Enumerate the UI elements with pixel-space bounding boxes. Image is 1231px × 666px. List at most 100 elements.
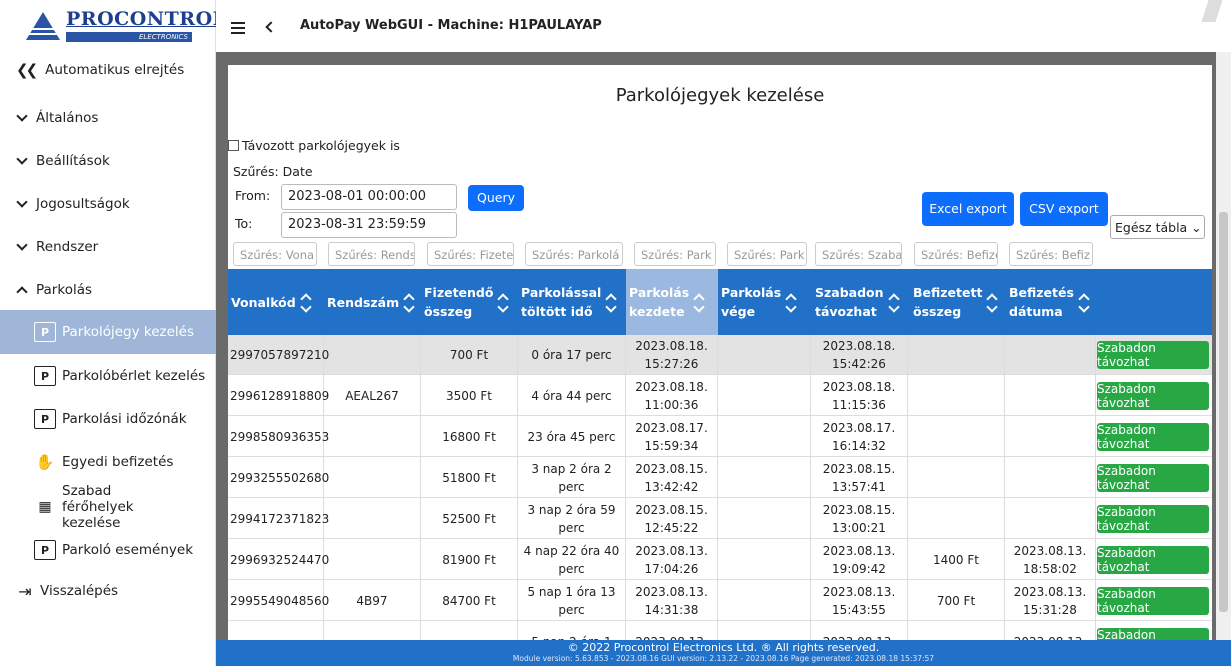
column-header-fizetendo[interactable]: Fizetendő összeg xyxy=(421,269,518,335)
column-header-parkolas-vege[interactable]: Parkolás vége xyxy=(718,269,807,335)
cell-vonalkod: 2996128918809 xyxy=(228,375,329,416)
cell-befizetett xyxy=(908,498,1005,539)
sidebar-item-parkolo-esemenyek[interactable]: P Parkoló események xyxy=(0,528,216,572)
sidebar-item-parkoloberlet-kezeles[interactable]: P Parkolóbérlet kezelés xyxy=(0,354,216,398)
filter-input-rendszam[interactable]: Szűrés: Rends xyxy=(328,242,415,266)
cell-befizetes-datuma: 2023.08.13. 15:31:28 xyxy=(1005,580,1096,621)
cell-vonalkod: 2994172371823 xyxy=(228,498,329,539)
filter-input-parkolassal[interactable]: Szűrés: Parkolá xyxy=(525,242,623,266)
sort-icon xyxy=(499,292,507,312)
parking-ticket-icon: P xyxy=(34,322,56,342)
cell-rendszam: 4B97 xyxy=(324,580,421,621)
chevron-up-icon xyxy=(16,286,28,298)
filter-input-parkolas-kezdete[interactable]: Szűrés: Park xyxy=(634,242,716,266)
cell-toltott-ido: 0 óra 17 perc xyxy=(518,335,626,375)
sort-icon xyxy=(1080,292,1088,312)
sort-icon xyxy=(695,292,703,312)
cell-toltott-ido: 4 nap 22 óra 40 perc xyxy=(518,539,626,580)
cell-toltott-ido: 3 nap 2 óra 59 perc xyxy=(518,498,626,539)
footer-versions: Module version: 5.63.853 - 2023.08.16 GU… xyxy=(512,654,935,663)
release-button[interactable]: Szabadon távozhat xyxy=(1097,382,1209,410)
sidebar-section-parkolas[interactable]: Parkolás xyxy=(0,268,216,312)
top-bar: AutoPay WebGUI - Machine: H1PAULAYAP xyxy=(216,0,1231,58)
release-button[interactable]: Szabadon távozhat xyxy=(1097,341,1209,369)
sidebar-item-parkolojegy-kezeles[interactable]: P Parkolójegy kezelés xyxy=(0,310,216,354)
sidebar-section-altalanos[interactable]: Általános xyxy=(0,96,216,140)
cell-fizetendo: 3500 Ft xyxy=(421,375,518,416)
release-button[interactable]: Szabadon távozhat xyxy=(1097,423,1209,451)
cell-szabadon: 2023.08.18. 11:15:36 xyxy=(811,375,908,416)
from-date-input[interactable]: 2023-08-01 00:00:00 xyxy=(281,184,457,210)
query-button[interactable]: Query xyxy=(468,185,524,211)
cell-szabadon: 2023.08.15. 13:00:21 xyxy=(811,498,908,539)
sidebar-logout[interactable]: ⇥ Visszalépés xyxy=(0,569,216,613)
sort-icon xyxy=(302,292,310,312)
column-header-szabadon-tavozhat[interactable]: Szabadon távozhat xyxy=(812,269,907,335)
table-row[interactable]: 2998580936353 16800 Ft 23 óra 45 perc 2023.… xyxy=(228,416,1212,457)
checkbox-box[interactable] xyxy=(228,140,239,151)
cell-kezdete: 2023.08.15. 13:42:42 xyxy=(626,457,718,498)
cell-szabadon: 2023.08.15. 13:57:41 xyxy=(811,457,908,498)
table-row[interactable]: 2996128918809 AEAL267 3500 Ft 4 óra 44 perc… xyxy=(228,375,1212,416)
release-button[interactable]: Szabadon távozhat xyxy=(1097,464,1209,492)
to-date-input[interactable]: 2023-08-31 23:59:59 xyxy=(281,212,457,238)
table-row[interactable]: 2997057897210 700 Ft 0 óra 17 perc 2023.08.… xyxy=(228,335,1212,375)
export-scope-select[interactable]: Egész tábla ⌄ xyxy=(1110,215,1205,239)
chevron-down-icon xyxy=(16,196,28,208)
filter-input-vonalkod[interactable]: Szűrés: Vona xyxy=(233,242,317,266)
cell-befizetes-datuma xyxy=(1005,375,1096,416)
hamburger-menu-icon[interactable] xyxy=(231,22,245,34)
column-header-befizetes-datuma[interactable]: Befizetés dátuma xyxy=(1006,269,1096,335)
column-header-rendszam[interactable]: Rendszám xyxy=(324,269,420,335)
sidebar-item-parkolasi-idozonak[interactable]: P Parkolási időzónák xyxy=(0,397,216,441)
column-header-parkolas-kezdete[interactable]: Parkolás kezdete xyxy=(626,269,718,335)
filter-label: Szűrés: Date xyxy=(233,164,313,179)
release-button[interactable]: Szabadon távozhat xyxy=(1097,628,1209,640)
table-row[interactable]: 2995549048560 4B97 84700 Ft 5 nap 1 óra 13 p… xyxy=(228,580,1212,621)
sidebar-section-jogosultsagok[interactable]: Jogosultságok xyxy=(0,182,216,226)
logout-icon: ⇥ xyxy=(18,581,32,601)
filter-input-parkolas-vege[interactable]: Szűrés: Park xyxy=(727,242,807,266)
cell-vonalkod: 2998580936353 xyxy=(228,416,329,457)
cell-kezdete: 2023.08.13. 17:04:26 xyxy=(626,539,718,580)
cell-kezdete: 2023.08.18. 15:27:26 xyxy=(626,335,718,375)
filter-input-fizetendo[interactable]: Szűrés: Fizete xyxy=(427,242,514,266)
table-row[interactable]: 2996932524470 81900 Ft 4 nap 22 óra 40 perc… xyxy=(228,539,1212,580)
cell-vonalkod: 2996932524470 xyxy=(228,539,329,580)
release-button[interactable]: Szabadon távozhat xyxy=(1097,505,1209,533)
filter-input-szabadon[interactable]: Szűrés: Szaba xyxy=(815,242,902,266)
filter-input-befizetes-datuma[interactable]: Szűrés: Befiz xyxy=(1009,242,1093,266)
release-button[interactable]: Szabadon távozhat xyxy=(1097,546,1209,574)
page-scrollbar[interactable] xyxy=(1216,52,1231,640)
parking-clock-icon: P xyxy=(34,409,56,429)
sidebar-item-egyedi-befizetes[interactable]: ✋ Egyedi befizetés xyxy=(0,440,216,484)
sort-icon xyxy=(607,292,615,312)
cell-szabadon: 2023.08.18. 15:42:26 xyxy=(811,335,908,375)
departed-tickets-checkbox[interactable]: Távozott parkolójegyek is xyxy=(228,138,400,153)
table-row[interactable]: 5 nap 2 óra 12023.08.13.2023.08.13.2023.… xyxy=(228,621,1212,640)
column-header-befizetett-osszeg[interactable]: Befizetett összeg xyxy=(910,269,1005,335)
column-header-vonalkod[interactable]: Vonalkód xyxy=(228,269,324,335)
sort-icon xyxy=(890,292,898,312)
procontrol-logo: PROCONTROL ELECTRONICS xyxy=(26,8,226,46)
sidebar-section-rendszer[interactable]: Rendszer xyxy=(0,225,216,269)
from-label: From: xyxy=(235,188,271,203)
back-chevron-icon[interactable] xyxy=(265,21,277,33)
cell-rendszam xyxy=(324,335,421,375)
sidebar-item-szabad-ferohelyek[interactable]: ▦ Szabad férőhelyek kezelése xyxy=(0,483,216,531)
cell-fizetendo: 52500 Ft xyxy=(421,498,518,539)
cell-szabadon: 2023.08.13. 15:43:55 xyxy=(811,580,908,621)
column-header-parkolassal-toltott-ido[interactable]: Parkolással töltött idő xyxy=(518,269,626,335)
logo-wordmark: PROCONTROL xyxy=(66,8,227,30)
csv-export-button[interactable]: CSV export xyxy=(1020,192,1108,226)
sidebar-section-beallitasok[interactable]: Beállítások xyxy=(0,139,216,183)
cell-fizetendo: 700 Ft xyxy=(421,335,518,375)
release-button[interactable]: Szabadon távozhat xyxy=(1097,587,1209,615)
sidebar-collapse-toggle[interactable]: ❮❮ Automatikus elrejtés xyxy=(0,48,216,92)
chevron-down-icon xyxy=(16,153,28,165)
table-row[interactable]: 2994172371823 52500 Ft 3 nap 2 óra 59 perc 2… xyxy=(228,498,1212,539)
table-row[interactable]: 2993255502680 51800 Ft 3 nap 2 óra 2 perc 20… xyxy=(228,457,1212,498)
excel-export-button[interactable]: Excel export xyxy=(922,192,1014,226)
cell-fizetendo: 84700 Ft xyxy=(421,580,518,621)
filter-input-befizetett[interactable]: Szűrés: Befize xyxy=(914,242,998,266)
